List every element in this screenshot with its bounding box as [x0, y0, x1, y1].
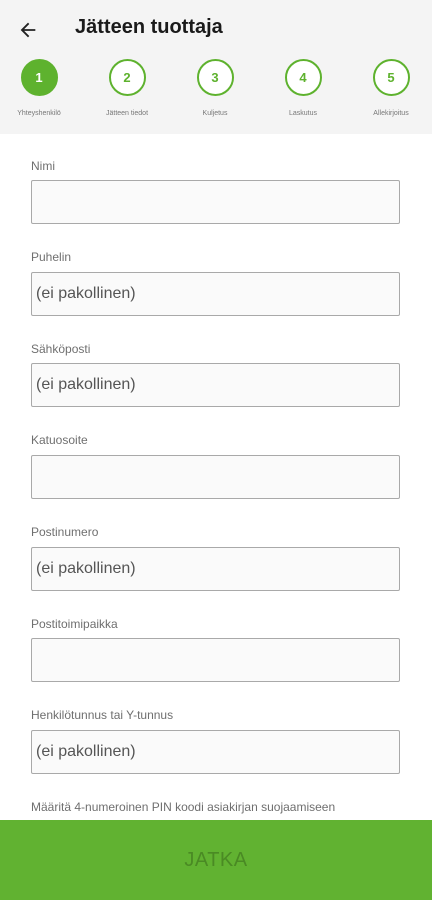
phone-field[interactable]: [31, 272, 400, 316]
city-label: Postitoimipaikka: [31, 617, 118, 631]
postal-code-field[interactable]: [31, 547, 400, 591]
step-2[interactable]: 2 Jätteen tiedot: [92, 59, 162, 117]
name-label: Nimi: [31, 159, 55, 173]
step-4[interactable]: 4 Laskutus: [268, 59, 338, 117]
postal-code-label: Postinumero: [31, 525, 99, 539]
step-circle: 4: [284, 59, 322, 96]
step-label: Yhteyshenkilö: [17, 110, 61, 117]
step-circle: 2: [108, 59, 146, 96]
email-field[interactable]: [31, 363, 400, 407]
id-number-field[interactable]: [31, 730, 400, 774]
continue-button[interactable]: JATKA: [0, 820, 432, 900]
city-field[interactable]: [31, 638, 400, 682]
step-1[interactable]: 1 Yhteyshenkilö: [4, 59, 74, 117]
arrow-left-icon: [20, 22, 36, 38]
step-label: Laskutus: [288, 110, 318, 117]
phone-label: Puhelin: [31, 250, 72, 264]
continue-button-label: JATKA: [184, 848, 248, 871]
id-number-label: Henkilötunnus tai Y-tunnus: [31, 708, 174, 722]
street-address-field[interactable]: [31, 455, 400, 499]
step-circle: 3: [196, 59, 234, 96]
step-3[interactable]: 3 Kuljetus: [180, 59, 250, 117]
name-field[interactable]: [31, 180, 400, 224]
pin-instruction: Määritä 4-numeroinen PIN koodi asiakirja…: [31, 800, 336, 814]
email-label: Sähköposti: [31, 342, 91, 356]
street-address-label: Katuosoite: [31, 433, 88, 447]
step-label: Kuljetus: [202, 110, 228, 117]
back-button[interactable]: [12, 14, 44, 46]
step-5[interactable]: 5 Allekirjoitus: [356, 59, 426, 117]
page-title: Jätteen tuottaja: [75, 16, 223, 38]
step-label: Allekirjoitus: [373, 110, 409, 117]
step-circle: 1: [20, 59, 58, 96]
step-circle: 5: [372, 59, 410, 96]
app-header: Jätteen tuottaja 1 Yhteyshenkilö 2 Jätte…: [0, 0, 432, 134]
step-label: Jätteen tiedot: [105, 110, 149, 117]
